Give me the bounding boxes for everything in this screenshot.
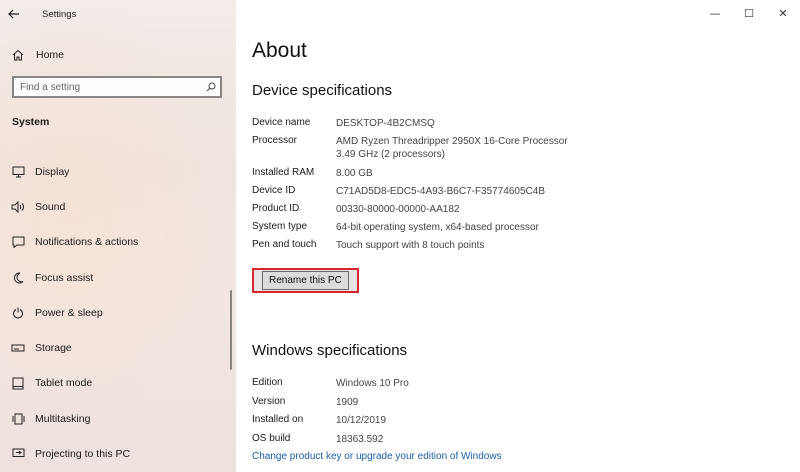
main-content: — ☐ ✕ About Device specifications Device… bbox=[236, 0, 800, 472]
spec-key: Pen and touch bbox=[252, 239, 317, 250]
spec-value-line: 3.49 GHz (2 processors) bbox=[336, 149, 445, 160]
device-specs-table: Device name DESKTOP-4B2CMSQ Processor AM… bbox=[252, 117, 568, 257]
sidebar-item-focus-assist[interactable]: Focus assist bbox=[0, 260, 236, 295]
spec-key: Installed on bbox=[252, 414, 304, 426]
spec-key: Device name bbox=[252, 117, 311, 128]
rename-pc-label: Rename this PC bbox=[262, 271, 349, 290]
spec-value: 8.00 GB bbox=[336, 168, 373, 179]
sidebar-item-projecting[interactable]: Projecting to this PC bbox=[0, 436, 236, 471]
spec-key: Version bbox=[252, 395, 286, 407]
sidebar-nav: Display Sound Notifications & actions Fo… bbox=[0, 154, 236, 472]
spec-row: Edition Windows 10 Pro bbox=[252, 377, 409, 396]
page-title: About bbox=[252, 39, 307, 62]
spec-row: Device ID C71AD5D8-EDC5-4A93-B6C7-F35774… bbox=[252, 185, 568, 203]
sidebar-item-label: Focus assist bbox=[35, 271, 94, 284]
sidebar-item-label: Power & sleep bbox=[35, 306, 103, 319]
monitor-icon bbox=[10, 164, 26, 180]
minimize-button[interactable]: — bbox=[698, 0, 732, 26]
spec-value: Windows 10 Pro bbox=[336, 378, 409, 389]
spec-key: Device ID bbox=[252, 185, 296, 196]
app-title: Settings bbox=[42, 8, 77, 20]
windows-specs-table: Edition Windows 10 Pro Version 1909 Inst… bbox=[252, 377, 409, 452]
spec-key: Product ID bbox=[252, 203, 300, 214]
sidebar-item-label: Tablet mode bbox=[35, 377, 93, 390]
sidebar-item-notifications[interactable]: Notifications & actions bbox=[0, 225, 236, 260]
search-icon[interactable] bbox=[202, 82, 220, 92]
spec-value-line: AMD Ryzen Threadripper 2950X 16-Core Pro… bbox=[336, 136, 568, 147]
sidebar-item-label: Notifications & actions bbox=[35, 236, 139, 249]
title-bar: Settings bbox=[0, 0, 236, 28]
windows-specs-heading: Windows specifications bbox=[252, 342, 408, 359]
tablet-icon bbox=[10, 375, 26, 391]
spec-value: 10/12/2019 bbox=[336, 415, 387, 427]
power-icon bbox=[10, 305, 26, 321]
storage-icon bbox=[10, 340, 26, 356]
spec-row: Version 1909 bbox=[252, 396, 409, 415]
sidebar-scrollbar[interactable] bbox=[230, 290, 232, 370]
speaker-icon bbox=[10, 199, 26, 215]
sidebar-item-sound[interactable]: Sound bbox=[0, 189, 236, 224]
change-product-key-link[interactable]: Change product key or upgrade your editi… bbox=[252, 451, 502, 462]
back-button[interactable] bbox=[0, 0, 28, 28]
sidebar-item-label: Projecting to this PC bbox=[35, 448, 131, 461]
search-input[interactable] bbox=[14, 78, 202, 96]
sidebar-item-display[interactable]: Display bbox=[0, 154, 236, 189]
sidebar-item-label: Display bbox=[35, 165, 70, 178]
spec-value: 00330-80000-00000-AA182 bbox=[336, 204, 460, 215]
spec-row: Pen and touch Touch support with 8 touch… bbox=[252, 239, 568, 257]
spec-row: Device name DESKTOP-4B2CMSQ bbox=[252, 117, 568, 135]
spec-value: 64-bit operating system, x64-based proce… bbox=[336, 222, 539, 233]
spec-key: Processor bbox=[252, 135, 298, 146]
spec-row: Installed on 10/12/2019 bbox=[252, 414, 409, 433]
close-button[interactable]: ✕ bbox=[766, 0, 800, 26]
multitasking-icon bbox=[10, 411, 26, 427]
home-icon bbox=[12, 49, 26, 61]
sidebar-item-tablet-mode[interactable]: Tablet mode bbox=[0, 366, 236, 401]
settings-window: Settings Home System Display bbox=[0, 0, 800, 472]
maximize-button[interactable]: ☐ bbox=[732, 0, 766, 26]
spec-row: Product ID 00330-80000-00000-AA182 bbox=[252, 203, 568, 221]
spec-row: Processor AMD Ryzen Threadripper 2950X 1… bbox=[252, 135, 568, 167]
spec-key: OS build bbox=[252, 433, 291, 445]
spec-value: Touch support with 8 touch points bbox=[336, 240, 485, 251]
spec-value: AMD Ryzen Threadripper 2950X 16-Core Pro… bbox=[336, 135, 568, 167]
sidebar: Settings Home System Display bbox=[0, 0, 236, 472]
device-specs-heading: Device specifications bbox=[252, 82, 393, 99]
home-link[interactable]: Home bbox=[12, 46, 64, 64]
home-label: Home bbox=[36, 49, 65, 61]
spec-row: System type 64-bit operating system, x64… bbox=[252, 221, 568, 239]
sidebar-item-label: Storage bbox=[35, 342, 72, 355]
search-box[interactable] bbox=[12, 76, 222, 98]
sidebar-item-power-sleep[interactable]: Power & sleep bbox=[0, 295, 236, 330]
spec-key: Installed RAM bbox=[252, 167, 315, 178]
spec-key: Edition bbox=[252, 377, 283, 388]
spec-row: Installed RAM 8.00 GB bbox=[252, 167, 568, 185]
notifications-icon bbox=[10, 234, 26, 250]
spec-key: System type bbox=[252, 221, 308, 232]
back-arrow-icon bbox=[8, 9, 19, 19]
spec-value: 18363.592 bbox=[336, 434, 384, 446]
sidebar-item-storage[interactable]: Storage bbox=[0, 330, 236, 365]
section-heading: System bbox=[12, 116, 50, 128]
spec-value: DESKTOP-4B2CMSQ bbox=[336, 118, 435, 129]
window-controls: — ☐ ✕ bbox=[698, 0, 800, 26]
projecting-icon bbox=[10, 446, 26, 462]
spec-value: C71AD5D8-EDC5-4A93-B6C7-F35774605C4B bbox=[336, 186, 545, 197]
sidebar-item-label: Multitasking bbox=[35, 412, 91, 425]
sidebar-item-label: Sound bbox=[35, 200, 66, 213]
sidebar-item-multitasking[interactable]: Multitasking bbox=[0, 401, 236, 436]
spec-value: 1909 bbox=[336, 396, 359, 408]
moon-icon bbox=[10, 270, 26, 286]
rename-pc-button[interactable]: Rename this PC bbox=[252, 268, 359, 293]
spec-row: OS build 18363.592 bbox=[252, 433, 409, 452]
